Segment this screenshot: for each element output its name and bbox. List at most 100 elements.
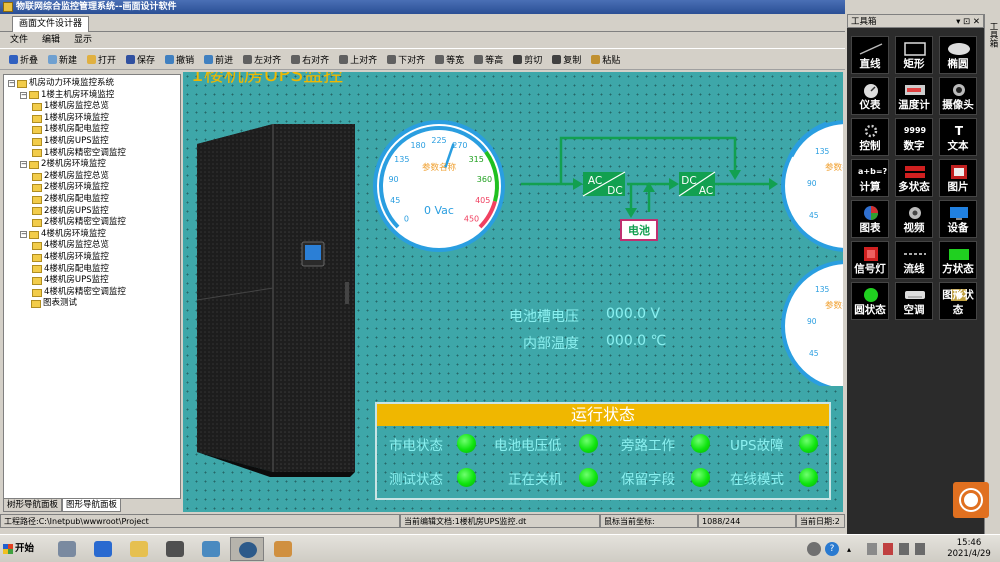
toolbar-equal-height-button[interactable]: 等高 [469,50,508,68]
tool-thermometer[interactable]: 温度计 [895,77,933,115]
tree-item[interactable]: 1楼机房UPS监控 [32,136,109,148]
tool-gauge[interactable]: 仪表 [851,77,889,115]
tree-item-label: 1楼主机房环境监控 [41,89,115,100]
tool-rectangle[interactable]: 矩形 [895,36,933,74]
folder-icon [32,114,42,123]
tree-collapse-icon[interactable]: − [8,80,15,88]
design-canvas[interactable]: 1楼机房UPS监控 0 45 90 135 180 225 270 315 360 405 450 … [183,72,843,512]
tool-text[interactable]: T 文本 [939,118,977,156]
task-powershell-icon[interactable] [86,537,120,561]
tool-picture[interactable]: 图片 [939,159,977,197]
tree-item[interactable]: 4楼机房UPS监控 [32,275,109,287]
tree-item[interactable]: 1楼机房配电监控 [32,124,109,136]
tree-collapse-icon[interactable]: − [20,231,27,239]
tool-camera[interactable]: 摄像头 [939,77,977,115]
tree-item[interactable]: 4楼机房监控总览 [32,240,109,252]
tool-ellipse[interactable]: 椭圆 [939,36,977,74]
tool-round-state[interactable]: 圆状态 [851,282,889,320]
tool-line[interactable]: 直线 [851,36,889,74]
menu-edit[interactable]: 编辑 [36,33,66,48]
tool-device[interactable]: 设备 [939,200,977,238]
tree-item[interactable]: 1楼机房精密空调监控 [32,148,126,160]
tray-user-icon[interactable] [807,542,821,556]
toolbar-cut-button[interactable]: 剪切 [508,50,547,68]
app-icon [3,2,13,12]
tray-network-icon[interactable] [867,543,877,555]
tool-chart[interactable]: 图表 [851,200,889,238]
toolbar-align-bottom-button[interactable]: 下对齐 [382,50,430,68]
tool-control[interactable]: 控制 [851,118,889,156]
tray-expand-icon[interactable]: ▴ [847,545,851,554]
tool-air-conditioner[interactable]: 空调 [895,282,933,320]
tree-item[interactable]: 2楼机房环境监控 [32,182,109,194]
task-remote-icon[interactable] [194,537,228,561]
toolbar-align-top-button[interactable]: 上对齐 [334,50,382,68]
task-explorer-icon[interactable] [122,537,156,561]
tree-item[interactable]: 4楼机房环境监控 [32,252,109,264]
tree-item[interactable]: − 1楼主机房环境监控 [20,90,114,102]
tool-digital-number[interactable]: 9999 数字 [895,118,933,156]
right-gauge-top[interactable]: 参数名称 135 90 45 [779,118,843,252]
toolbar-collapse-button[interactable]: 折叠 [4,50,43,68]
tree-item[interactable]: − 机房动力环境监控系统 [8,78,114,90]
voltage-gauge[interactable]: 0 45 90 135180 225 270315 360 405 450 参数名称 0 Vac [369,118,509,252]
toolbox-close-icon[interactable]: ▾ ⊡ ✕ [956,15,980,29]
tree-item[interactable]: − 2楼机房环境监控 [20,159,106,171]
start-button[interactable]: 开始 [2,539,36,559]
toolbar-redo-button[interactable]: 前进 [199,50,238,68]
tool-video[interactable]: 视频 [895,200,933,238]
tree-item[interactable]: 4楼机房配电监控 [32,264,109,276]
tree-item[interactable]: 图表测试 [20,298,77,310]
tool-calculate[interactable]: a+b=? 计算 [851,159,889,197]
tray-volume-icon[interactable] [883,543,893,555]
status-led-reserved [691,468,710,487]
tool-flow-line[interactable]: 流线 [895,241,933,279]
tree-item[interactable]: 4楼机房精密空调监控 [32,287,126,299]
window-title: 物联网综合监控管理系统--画面设计软件 [16,2,177,12]
tab-tree-nav[interactable]: 树形导航面板 [3,499,63,512]
toolbar-label: 等高 [485,55,504,66]
windows-logo-icon [3,544,13,554]
toolbar-new-button[interactable]: 新建 [43,50,82,68]
tool-multi-state[interactable]: 多状态 [895,159,933,197]
tray-power-icon[interactable] [899,543,909,555]
tool-label: 视频 [903,222,925,234]
toolbar-copy-button[interactable]: 复制 [547,50,586,68]
menu-file[interactable]: 文件 [4,33,34,48]
task-network-icon[interactable] [50,537,84,561]
task-designer-icon[interactable] [230,537,264,561]
tray-help-icon[interactable]: ? [825,542,839,556]
tool-graphic-state[interactable]: 图形状态 [939,282,977,320]
tray-ime-icon[interactable] [915,543,925,555]
task-paint-icon[interactable] [266,537,300,561]
ups-cabinet-image[interactable] [195,122,365,477]
toolbar-undo-button[interactable]: 撤销 [160,50,199,68]
clock[interactable]: 15:46 2021/4/29 [940,538,998,560]
toolbar-align-left-button[interactable]: 左对齐 [238,50,286,68]
tool-signal-light[interactable]: 信号灯 [851,241,889,279]
toolbar-paste-button[interactable]: 粘贴 [586,50,625,68]
tree-item[interactable]: 2楼机房配电监控 [32,194,109,206]
tree-collapse-icon[interactable]: − [20,91,27,99]
tree-item[interactable]: 2楼机房精密空调监控 [32,217,126,229]
status-project-path: 工程路径:C:\Inetpub\wwwroot\Project [0,514,400,528]
menu-view[interactable]: 显示 [68,33,98,48]
toolbox-side-tab[interactable]: 工具箱 [984,14,1000,534]
tree-item[interactable]: 1楼机房环境监控 [32,113,109,125]
tab-graphic-nav[interactable]: 图形导航面板 [62,499,122,512]
tree-navigation-panel: − 机房动力环境监控系统 −1楼主机房环境监控 1楼机房监控总览 1楼机房环境监控 1楼机… [3,74,181,499]
tool-square-state[interactable]: 方状态 [939,241,977,279]
tree-item[interactable]: 2楼机房UPS监控 [32,206,109,218]
toolbar-equal-width-button[interactable]: 等宽 [430,50,469,68]
tree-item[interactable]: − 4楼机房环境监控 [20,229,106,241]
toolbar-open-button[interactable]: 打开 [82,50,121,68]
tab-designer[interactable]: 画面文件设计器 [12,16,90,32]
tree-item[interactable]: 1楼机房监控总览 [32,101,109,113]
right-gauge-bottom[interactable]: 参数名称 135 90 45 [779,258,843,386]
toolbar-align-right-button[interactable]: 右对齐 [286,50,334,68]
toolbar-save-button[interactable]: 保存 [121,50,160,68]
task-tools-icon[interactable] [158,537,192,561]
tree-collapse-icon[interactable]: − [20,161,27,169]
tree-item[interactable]: 2楼机房监控总览 [32,171,109,183]
toolbar: 折叠 新建 打开 保存 撤销 前进 左对齐 右对齐 上对齐 下对齐 等宽 等高 剪切 复制 粘贴 [0,48,845,70]
